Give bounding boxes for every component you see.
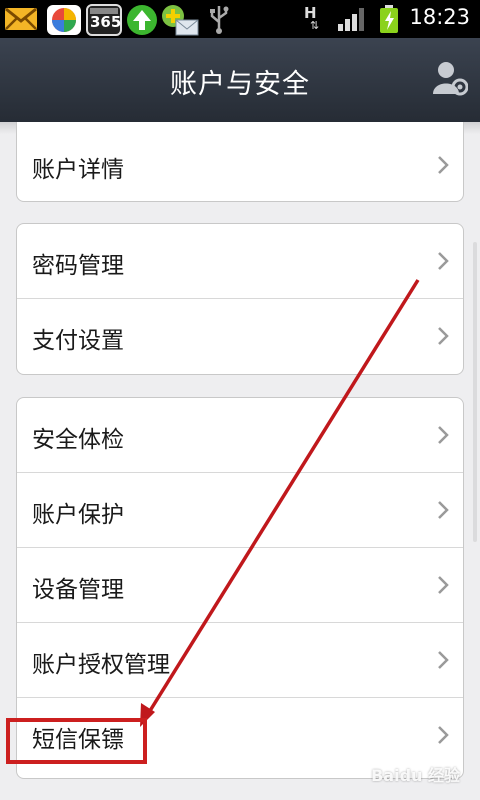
settings-list[interactable]: 账户详情 密码管理 支付设置 安全体检 账户保护 设备管理 账户授权管理 短信保… — [0, 122, 480, 800]
upload-arrow-icon — [127, 5, 157, 35]
mail-icon — [5, 7, 37, 30]
battery-charging-icon — [380, 5, 398, 33]
account-settings-button[interactable] — [432, 60, 469, 100]
signal-icon — [338, 8, 364, 31]
annotation-arrow — [140, 279, 420, 727]
page-title: 账户与安全 — [170, 69, 310, 100]
annotation-highlight-box — [6, 718, 147, 764]
account-settings-icon — [433, 62, 469, 96]
status-clock: 18:23 — [409, 5, 470, 29]
calendar-badge-text: 365 — [90, 13, 122, 31]
app-store-icon — [47, 5, 81, 35]
message-icon — [162, 5, 199, 36]
status-bar: 365 H ⇅ 18:23 — [0, 0, 480, 38]
network-arrows-icon: ⇅ — [310, 19, 320, 32]
usb-icon — [210, 6, 229, 34]
network-h-icon: H ⇅ — [302, 4, 332, 34]
watermark: Baidu 经验 — [371, 766, 460, 785]
header-bar: 账户与安全 — [0, 38, 480, 122]
